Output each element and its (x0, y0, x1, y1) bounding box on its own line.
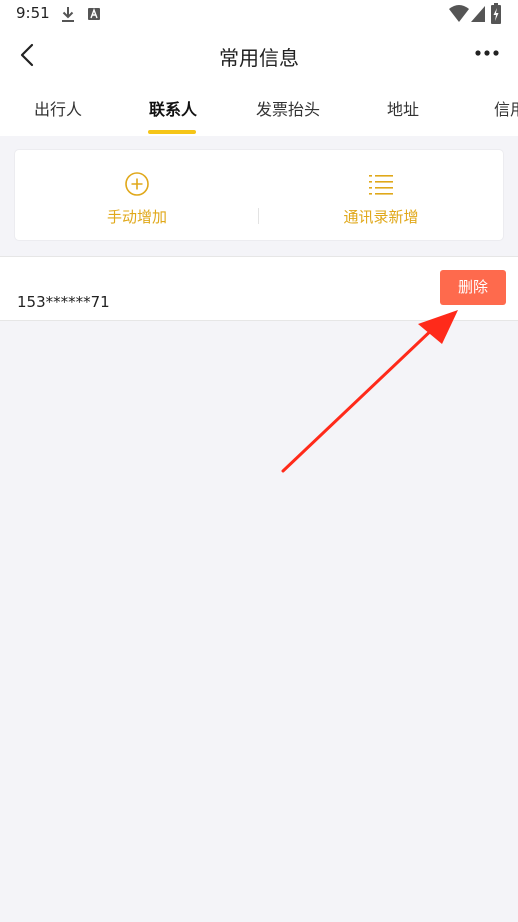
tab-contacts[interactable]: 联系人 (149, 96, 197, 120)
add-actions-card: 手动增加 通讯录新增 (15, 150, 503, 240)
app-notification-icon (88, 8, 100, 20)
tab-credit[interactable]: 信用 (494, 96, 518, 120)
contacts-add-label: 通讯录新增 (343, 208, 419, 226)
list-icon (369, 175, 393, 195)
contact-phone: 153******71 (17, 293, 110, 311)
status-time: 9:51 (16, 4, 50, 22)
manual-add-label: 手动增加 (106, 208, 167, 226)
tab-bar: 出行人 联系人 发票抬头 地址 信用 (0, 80, 518, 136)
signal-icon (471, 6, 485, 22)
active-tab-indicator (148, 130, 196, 134)
battery-icon (491, 3, 501, 24)
tab-address[interactable]: 地址 (387, 96, 419, 120)
tab-travelers[interactable]: 出行人 (34, 96, 82, 120)
plus-circle-icon (125, 172, 149, 196)
page-title: 常用信息 (219, 46, 299, 70)
manual-add-button[interactable]: 手动增加 (15, 150, 259, 240)
wifi-icon (449, 5, 469, 22)
tab-invoice-title[interactable]: 发票抬头 (256, 96, 320, 120)
more-options-icon[interactable] (474, 48, 500, 58)
status-bar: 9:51 (0, 0, 518, 30)
annotation-arrow-icon (281, 310, 458, 473)
contacts-add-button[interactable]: 通讯录新增 (259, 150, 503, 240)
download-icon (62, 7, 74, 22)
nav-bar: 常用信息 (0, 30, 518, 80)
